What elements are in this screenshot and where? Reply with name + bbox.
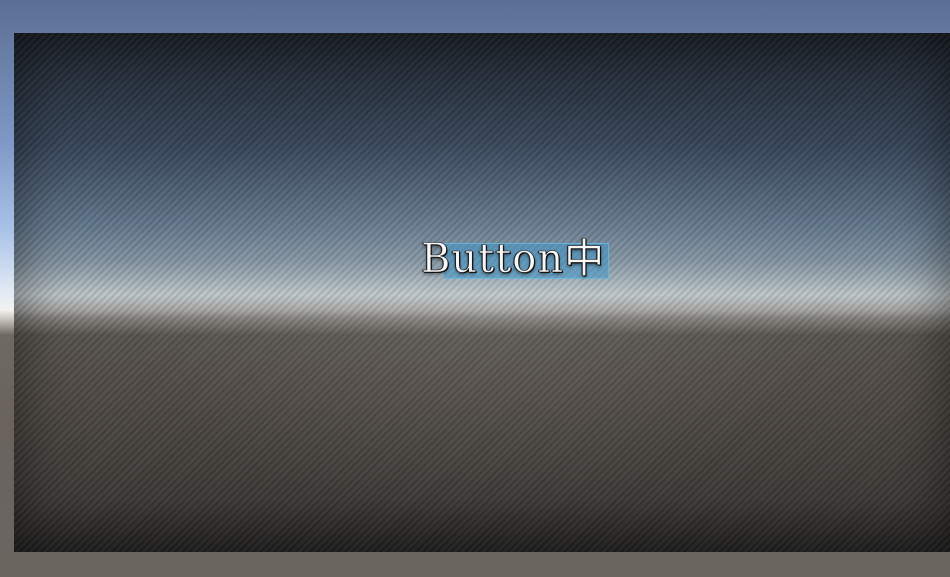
ui-panel: Button中	[14, 33, 950, 552]
button[interactable]: Button中	[419, 236, 609, 282]
panel-center-glow	[14, 33, 950, 552]
button-label: Button中	[421, 236, 606, 282]
panel-stripe-texture	[14, 33, 950, 552]
